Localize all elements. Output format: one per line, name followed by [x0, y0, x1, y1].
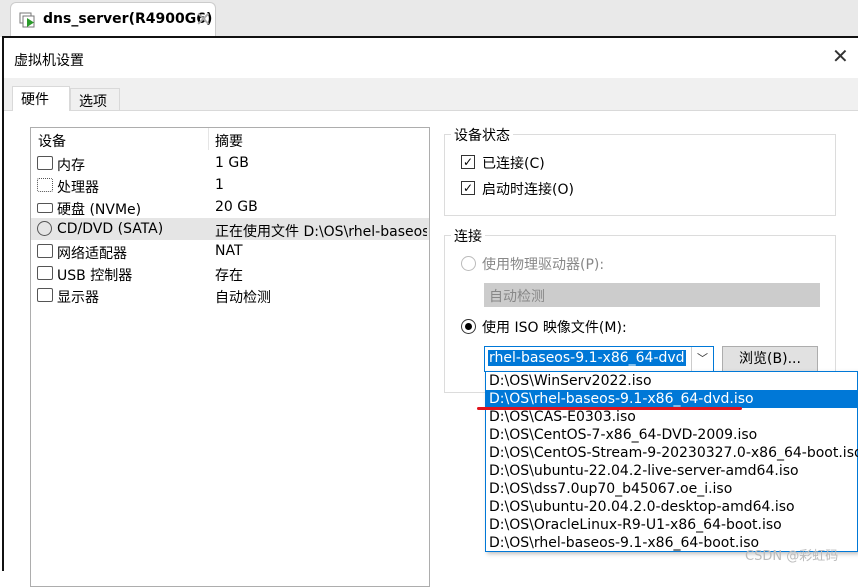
dialog-title: 虚拟机设置 — [14, 53, 84, 69]
device-summary: 1 GB — [215, 155, 249, 171]
network-icon — [37, 244, 53, 258]
device-summary: NAT — [215, 243, 243, 259]
device-list[interactable]: 设备 摘要 内存 1 GB 处理器 1 硬盘 (NVMe) 20 GB CD/DVD … — [30, 127, 430, 587]
device-row-cdrom[interactable]: CD/DVD (SATA) 正在使用文件 D:\OS\rhel-baseos-9.… — [31, 218, 429, 240]
close-icon[interactable]: ✕ — [832, 44, 849, 68]
tab-options[interactable]: 选项 — [70, 88, 120, 112]
list-header: 设备 摘要 — [31, 128, 429, 150]
group-title: 连接 — [451, 226, 485, 246]
physical-drive-label[interactable]: 使用物理驱动器(P): — [482, 254, 604, 274]
iso-label[interactable]: 使用 ISO 映像文件(M): — [482, 317, 627, 337]
vm-tab[interactable]: dns_server(R4900G6) ✕ — [10, 2, 216, 37]
red-underline-annotation — [477, 407, 742, 410]
tab-hardware[interactable]: 硬件 — [12, 86, 70, 111]
connected-label[interactable]: 已连接(C) — [482, 153, 545, 173]
usb-icon — [37, 266, 53, 280]
dialog-titlebar: 虚拟机设置 ✕ — [4, 38, 858, 78]
device-name: 显示器 — [57, 290, 99, 306]
iso-option[interactable]: D:\OS\ubuntu-22.04.2-live-server-amd64.i… — [486, 462, 857, 480]
physical-drive-select[interactable]: 自动检测 — [484, 283, 820, 307]
device-row-network[interactable]: 网络适配器 NAT — [31, 240, 429, 262]
header-summary[interactable]: 摘要 — [215, 131, 243, 151]
device-name: 硬盘 (NVMe) — [57, 202, 142, 218]
memory-icon — [37, 156, 53, 170]
group-title: 设备状态 — [451, 125, 513, 145]
device-name: 内存 — [57, 158, 85, 174]
device-row-disk[interactable]: 硬盘 (NVMe) 20 GB — [31, 196, 429, 218]
iso-option[interactable]: D:\OS\ubuntu-20.04.2.0-desktop-amd64.iso — [486, 498, 857, 516]
vm-tab-title: dns_server(R4900G6) — [43, 11, 213, 27]
iso-option[interactable]: D:\OS\dss7.0up70_b45067.oe_i.iso — [486, 480, 857, 498]
iso-path-combobox[interactable]: rhel-baseos-9.1-x86_64-dvd.iso ﹀ — [484, 346, 714, 372]
hard-disk-icon — [37, 203, 53, 213]
iso-option[interactable]: D:\OS\CAS-E0303.iso — [486, 408, 857, 426]
device-row-usb[interactable]: USB 控制器 存在 — [31, 262, 429, 284]
device-name: 网络适配器 — [57, 246, 127, 262]
header-device[interactable]: 设备 — [38, 131, 66, 151]
device-name: USB 控制器 — [57, 268, 133, 284]
device-name: CD/DVD (SATA) — [57, 221, 164, 237]
column-divider[interactable] — [208, 128, 209, 150]
iso-dropdown-list[interactable]: D:\OS\WinServ2022.iso D:\OS\rhel-baseos-… — [485, 371, 858, 552]
device-summary: 自动检测 — [215, 290, 271, 306]
watermark: CSDN @彩虹码 — [745, 549, 839, 564]
device-row-display[interactable]: 显示器 自动检测 — [31, 284, 429, 306]
device-row-cpu[interactable]: 处理器 1 — [31, 174, 429, 196]
connect-on-power-label[interactable]: 启动时连接(O) — [482, 179, 574, 199]
device-summary: 1 — [215, 177, 224, 193]
chevron-down-icon[interactable]: ﹀ — [691, 347, 713, 371]
cd-icon — [37, 221, 52, 236]
cpu-icon — [37, 178, 53, 192]
iso-option[interactable]: D:\OS\CentOS-Stream-9-20230327.0-x86_64-… — [486, 444, 858, 462]
monitor-icon — [37, 288, 53, 302]
iso-option[interactable]: D:\OS\WinServ2022.iso — [486, 372, 857, 390]
device-summary: 正在使用文件 D:\OS\rhel-baseos-9.1-x86_64-dvd.… — [215, 224, 427, 240]
iso-radio[interactable] — [461, 319, 476, 334]
device-status-group: 设备状态 — [444, 125, 836, 216]
device-name: 处理器 — [57, 180, 99, 196]
close-tab-icon[interactable]: ✕ — [195, 7, 212, 31]
iso-path-input[interactable]: rhel-baseos-9.1-x86_64-dvd.iso — [488, 350, 686, 366]
physical-drive-value: 自动检测 — [489, 289, 545, 305]
iso-option[interactable]: D:\OS\OracleLinux-R9-U1-x86_64-boot.iso — [486, 516, 857, 534]
iso-option[interactable]: D:\OS\CentOS-7-x86_64-DVD-2009.iso — [486, 426, 857, 444]
connect-on-power-checkbox[interactable]: ✓ — [461, 181, 475, 195]
browse-button[interactable]: 浏览(B)... — [722, 346, 818, 372]
device-row-memory[interactable]: 内存 1 GB — [31, 152, 429, 174]
iso-option-selected[interactable]: D:\OS\rhel-baseos-9.1-x86_64-dvd.iso — [486, 390, 857, 408]
connected-checkbox[interactable]: ✓ — [461, 155, 475, 169]
app-tab-bar: dns_server(R4900G6) ✕ — [0, 0, 858, 37]
device-summary: 存在 — [215, 268, 243, 284]
vm-play-icon — [19, 12, 35, 28]
device-summary: 20 GB — [215, 199, 258, 215]
physical-drive-radio[interactable] — [461, 256, 476, 271]
